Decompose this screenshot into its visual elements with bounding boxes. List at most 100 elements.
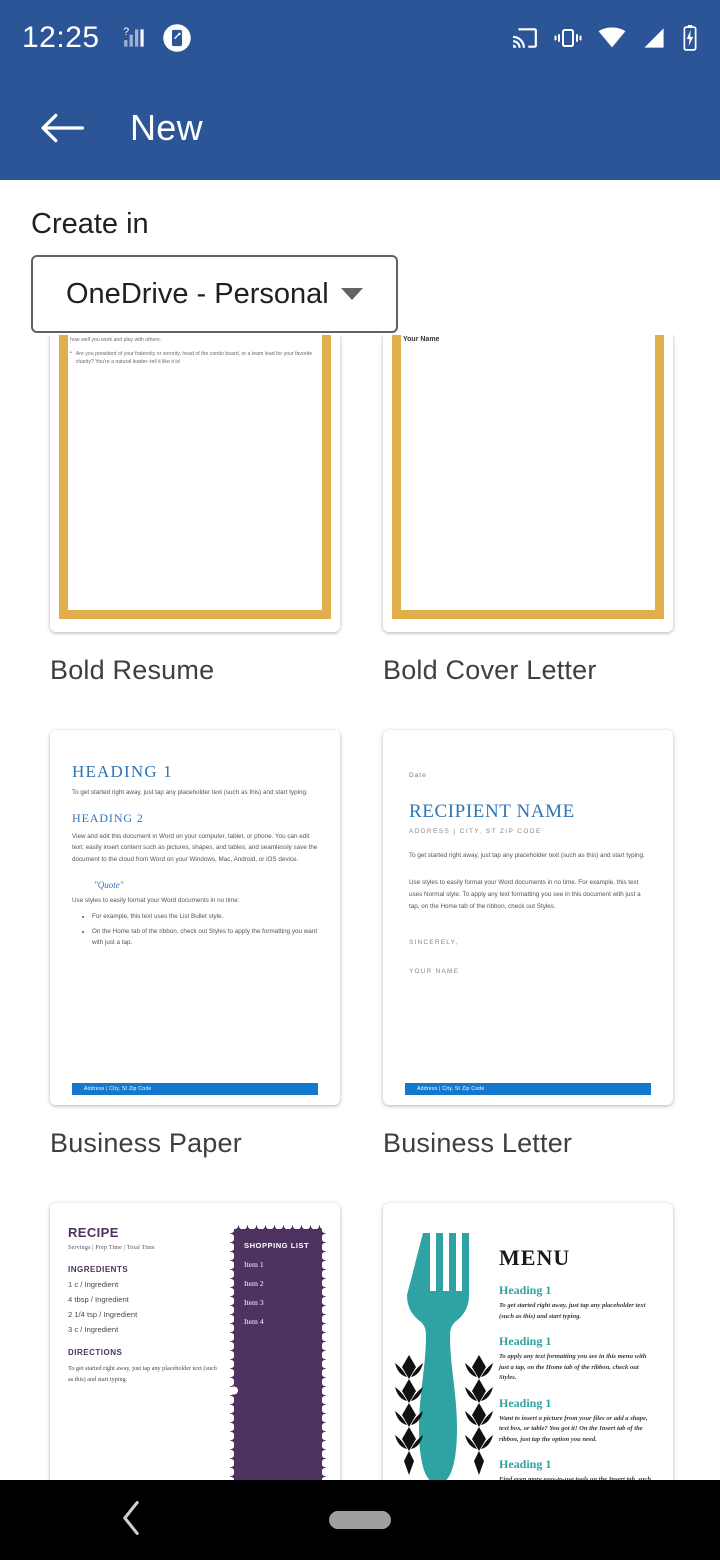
bl-sincerely: SINCERELY,: [409, 938, 459, 946]
template-thumbnail-business-paper[interactable]: HEADING 1 To get started right away, jus…: [50, 730, 340, 1105]
app-bar: New: [0, 75, 720, 180]
template-thumbnail-bold-resume[interactable]: how well you work and play with others. …: [50, 332, 340, 632]
status-bar: 12:25 ?: [0, 0, 720, 75]
template-thumbnail-recipe[interactable]: RECIPE Servings | Prep Time | Total Time…: [50, 1203, 340, 1480]
menu-title: MENU: [499, 1245, 571, 1270]
business-letter-preview: Date RECIPIENT NAME ADDRESS | CITY, ST Z…: [383, 730, 673, 1105]
bullet-dot-icon: •: [70, 350, 72, 357]
bp-bullet-item: On the Home tab of the ribbon, check out…: [92, 926, 318, 949]
bold-resume-text: how well you work and play with others. …: [70, 336, 320, 366]
your-name-placeholder: Your Name: [403, 336, 440, 343]
gold-frame: [392, 332, 664, 619]
menu-text-column: MENU Heading 1 To get started right away…: [499, 1223, 655, 1480]
template-cell-bold-cover-letter: Your Name Bold Cover Letter: [383, 332, 673, 730]
menu-heading: Heading 1: [499, 1334, 552, 1349]
menu-heading: Heading 1: [499, 1457, 552, 1472]
template-grid: how well you work and play with others. …: [0, 180, 720, 1480]
create-in-selected-value: OneDrive - Personal: [66, 277, 329, 310]
template-thumbnail-bold-cover-letter[interactable]: Your Name: [383, 332, 673, 632]
recipe-title: RECIPE: [68, 1225, 119, 1240]
bp-para-2: View and edit this document in Word on y…: [72, 832, 318, 863]
scallop-top: [230, 1221, 326, 1229]
template-thumbnail-business-letter[interactable]: Date RECIPIENT NAME ADDRESS | CITY, ST Z…: [383, 730, 673, 1105]
system-nav-bar: [0, 1480, 720, 1560]
bold-resume-preview: how well you work and play with others. …: [50, 332, 340, 632]
vibrate-icon: [554, 28, 582, 47]
bp-heading-1: HEADING 1: [72, 762, 173, 781]
content-area: how well you work and play with others. …: [0, 180, 720, 1480]
bp-quote: "Quote": [94, 879, 124, 890]
wifi-icon: [598, 27, 626, 47]
template-row: how well you work and play with others. …: [0, 332, 720, 730]
recipe-preview: RECIPE Servings | Prep Time | Total Time…: [50, 1203, 340, 1480]
recipe-directions: To get started right away, just tap any …: [68, 1365, 217, 1383]
recipe-ingredient: 4 tbsp / Ingredient: [68, 1295, 129, 1304]
recipe-ingredient: 2 1/4 tsp / Ingredient: [68, 1310, 138, 1319]
chevron-down-icon: [341, 288, 363, 300]
template-thumbnail-menu[interactable]: MENU Heading 1 To get started right away…: [383, 1203, 673, 1480]
shopping-list-item: Item 1: [244, 1260, 264, 1269]
recipe-shopping-panel: SHOPPING LIST Item 1 Item 2 Item 3 Item …: [226, 1221, 330, 1480]
recipe-main-column: RECIPE Servings | Prep Time | Total Time…: [68, 1225, 220, 1480]
gold-frame: [59, 332, 331, 619]
shopping-list-item: Item 3: [244, 1298, 264, 1307]
battery-charging-icon: [683, 24, 697, 51]
bl-recipient-name: RECIPIENT NAME: [409, 801, 575, 822]
shopping-list-item: Item 2: [244, 1279, 264, 1288]
shopping-list-title: SHOPPING LIST: [244, 1241, 310, 1250]
create-in-label: Create in: [31, 208, 149, 240]
recipe-directions-label: DIRECTIONS: [68, 1348, 123, 1357]
cast-icon: [513, 27, 537, 48]
bp-footer-text: Address | City, St Zip Code: [84, 1086, 152, 1092]
recipe-ingredient: 1 c / Ingredient: [68, 1280, 119, 1289]
back-button[interactable]: [20, 86, 104, 170]
create-in-dropdown[interactable]: OneDrive - Personal: [31, 255, 398, 333]
bl-para-2: Use styles to easily format your Word do…: [409, 878, 641, 910]
recipe-meta: Servings | Prep Time | Total Time: [68, 1245, 155, 1251]
template-cell-business-paper: HEADING 1 To get started right away, jus…: [50, 730, 340, 1203]
bold-resume-line: how well you work and play with others.: [70, 337, 162, 343]
bp-para-3: Use styles to easily format your Word do…: [72, 896, 240, 904]
cellular-signal-icon: [644, 27, 664, 48]
bold-cover-letter-preview: Your Name: [383, 332, 673, 632]
menu-body: To get started right away, just tap any …: [499, 1302, 646, 1320]
bp-bullet-item: For example, this text uses the List Bul…: [92, 911, 318, 922]
status-bar-clock: 12:25: [22, 20, 100, 54]
nav-home-button[interactable]: [329, 1511, 391, 1529]
shopping-list-item: Item 4: [244, 1317, 264, 1326]
bl-footer-text: Address | City, St Zip Code: [417, 1086, 485, 1092]
svg-text:?: ?: [123, 25, 129, 37]
template-row: RECIPE Servings | Prep Time | Total Time…: [0, 1203, 720, 1480]
bl-date: Date: [409, 772, 427, 779]
bl-para-1: To get started right away, just tap any …: [409, 852, 645, 859]
recipe-ingredient: 3 c / Ingredient: [68, 1325, 119, 1334]
bold-resume-bullet: • Are you president of your fraternity o…: [70, 350, 320, 366]
fork-icon: [395, 1233, 493, 1480]
page-title: New: [130, 106, 203, 148]
menu-heading: Heading 1: [499, 1395, 552, 1410]
menu-body: To apply any text formatting you see in …: [499, 1353, 647, 1382]
app-root: 12:25 ? New how well you work and play w…: [0, 0, 720, 1560]
menu-illustration: [391, 1223, 499, 1480]
business-paper-preview: HEADING 1 To get started right away, jus…: [50, 730, 340, 1105]
template-cell-bold-resume: how well you work and play with others. …: [50, 332, 340, 730]
status-bar-right-icons: [512, 24, 698, 51]
bp-para-1: To get started right away, just tap any …: [72, 789, 308, 796]
bl-your-name: YOUR NAME: [409, 967, 460, 975]
bp-bullet-list: For example, this text uses the List Bul…: [92, 911, 318, 948]
status-bar-left-icons: ?: [122, 23, 192, 53]
bp-footer-bar: Address | City, St Zip Code: [72, 1083, 318, 1095]
template-row: HEADING 1 To get started right away, jus…: [0, 730, 720, 1203]
signal-question-icon: ?: [123, 25, 144, 47]
nav-back-button[interactable]: [120, 1500, 142, 1540]
recipe-ingredients-label: INGREDIENTS: [68, 1265, 129, 1274]
template-label-bold-cover-letter: Bold Cover Letter: [383, 655, 597, 685]
menu-preview: MENU Heading 1 To get started right away…: [383, 1203, 673, 1480]
menu-heading: Heading 1: [499, 1283, 552, 1297]
back-arrow-icon: [41, 113, 84, 142]
screenshot-icon: [162, 23, 191, 52]
bold-cover-letter-text: Your Name: [403, 336, 653, 343]
template-label-bold-resume: Bold Resume: [50, 655, 215, 685]
bl-address: ADDRESS | CITY, ST ZIP CODE: [409, 828, 542, 835]
menu-body: Want to insert a picture from your files…: [499, 1414, 648, 1443]
